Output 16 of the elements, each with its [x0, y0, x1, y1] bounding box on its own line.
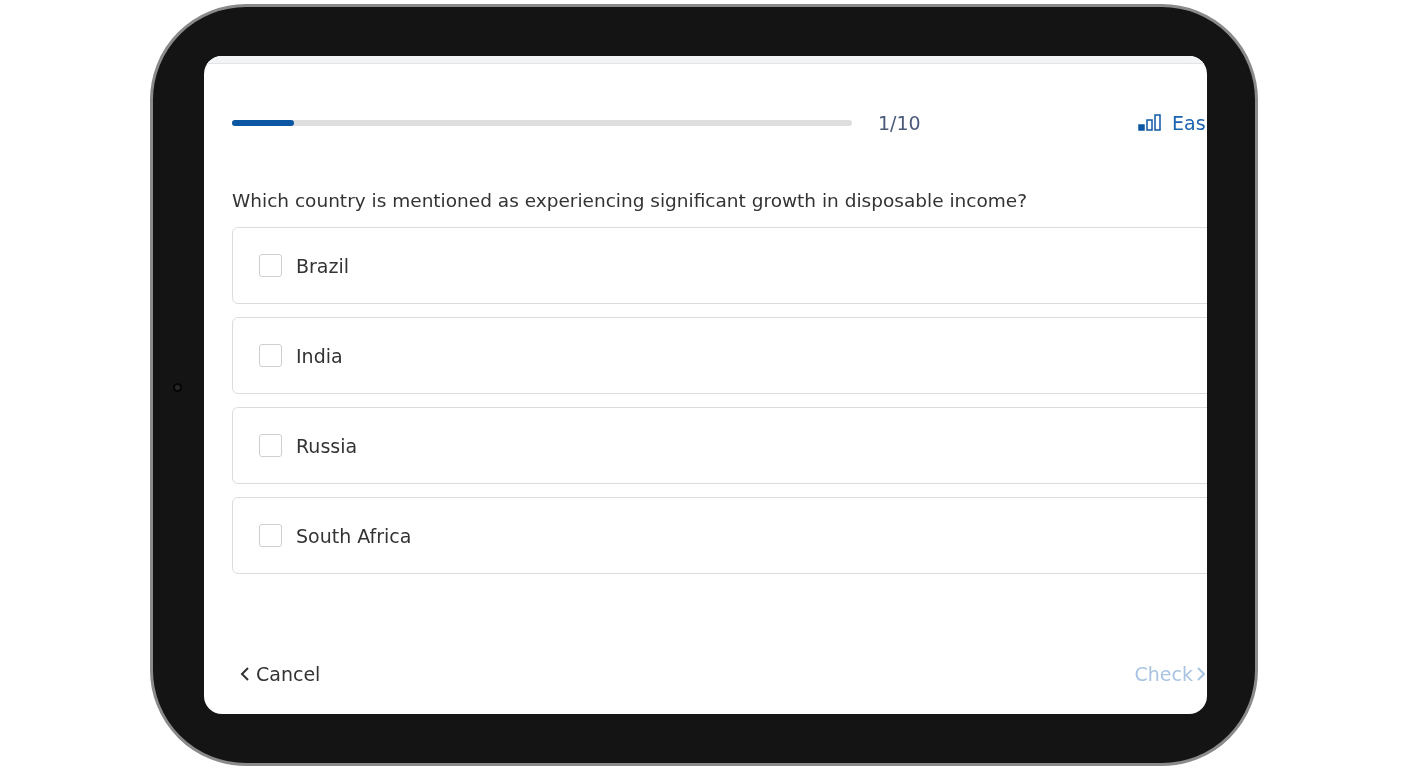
checkbox[interactable] — [259, 254, 282, 278]
chevron-right-icon — [1197, 665, 1205, 682]
answer-option[interactable]: South Africa — [232, 497, 1207, 575]
answer-option[interactable]: Russia — [232, 407, 1207, 485]
answer-option[interactable]: India — [232, 317, 1207, 395]
question-counter: 1/10 — [878, 111, 922, 136]
checkbox[interactable] — [259, 344, 282, 368]
answer-option[interactable]: Brazil — [232, 227, 1207, 305]
checkbox[interactable] — [259, 524, 282, 548]
cancel-button[interactable]: Cancel — [240, 659, 321, 688]
difficulty-bars-icon — [1138, 114, 1164, 133]
camera-dot — [173, 383, 182, 392]
difficulty-label: Eas — [1172, 111, 1206, 136]
chevron-left-icon — [240, 665, 250, 682]
checkbox[interactable] — [259, 434, 282, 458]
question-text: Which country is mentioned as experiencing significant growth in disposable income? — [232, 188, 1028, 213]
